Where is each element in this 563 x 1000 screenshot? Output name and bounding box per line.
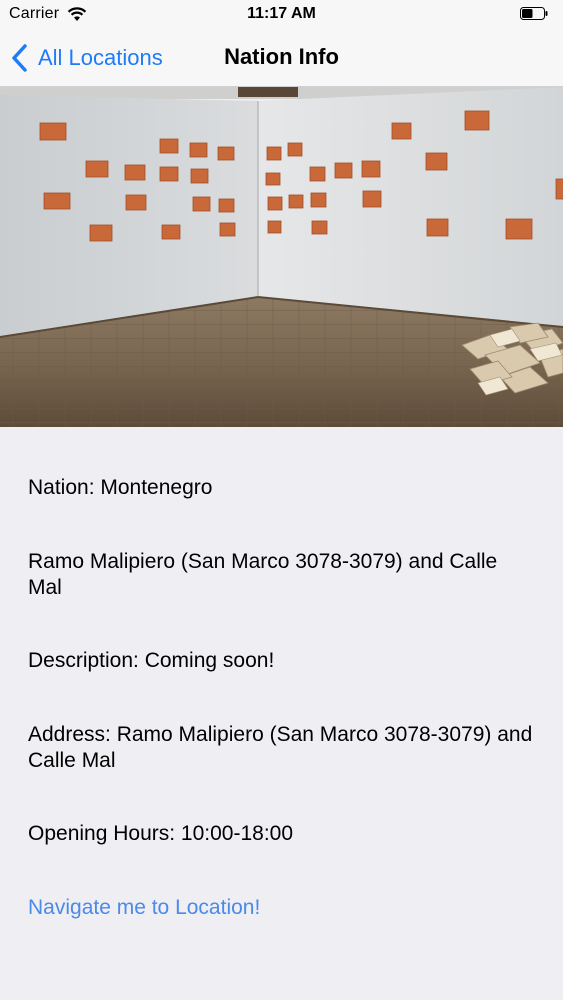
gallery-photo bbox=[0, 87, 563, 427]
battery-icon bbox=[520, 7, 548, 20]
opening-hours-text: Opening Hours: 10:00-18:00 bbox=[28, 822, 294, 845]
page-title: Nation Info bbox=[224, 44, 339, 69]
venue-text: Ramo Malipiero (San Marco 3078-3079) and… bbox=[28, 550, 498, 599]
description-text: Description: Coming soon! bbox=[28, 649, 275, 672]
navigate-link[interactable]: Navigate me to Location! bbox=[28, 895, 533, 921]
navigation-bar: All Locations Nation Info bbox=[0, 30, 563, 87]
nation-text: Nation: Montenegro bbox=[28, 476, 213, 499]
status-bar: Carrier 11:17 AM bbox=[0, 0, 563, 30]
gallery-photo-image bbox=[0, 87, 563, 427]
address-text: Address: Ramo Malipiero (San Marco 3078-… bbox=[28, 723, 533, 772]
status-time: 11:17 AM bbox=[247, 5, 316, 22]
